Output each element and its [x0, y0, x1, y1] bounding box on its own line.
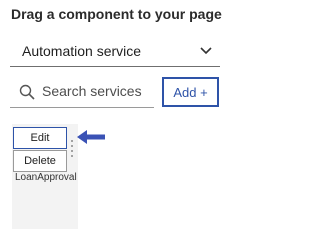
dropdown-selected-value: Automation service [22, 43, 142, 59]
search-icon [19, 84, 35, 100]
menu-item-delete[interactable]: Delete [13, 150, 67, 172]
search-input[interactable] [42, 81, 150, 101]
overflow-menu-icon[interactable] [68, 138, 76, 158]
service-type-dropdown[interactable]: Automation service [10, 38, 220, 67]
panel-heading: Drag a component to your page [11, 6, 222, 22]
annotation-arrow-icon [77, 130, 105, 144]
search-box[interactable] [10, 77, 154, 108]
add-button[interactable]: Add + [162, 77, 219, 107]
menu-item-edit[interactable]: Edit [13, 127, 67, 149]
chevron-down-icon [200, 47, 212, 55]
component-context-menu: Edit Delete [13, 127, 67, 175]
